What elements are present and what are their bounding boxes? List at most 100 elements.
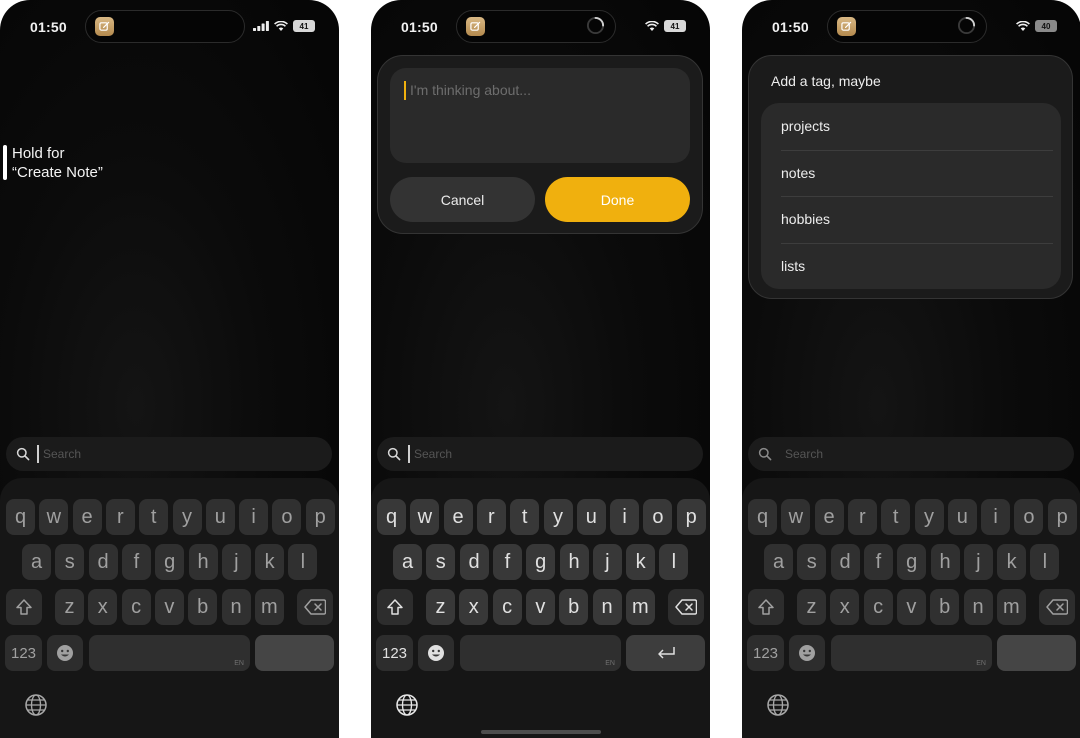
key-v[interactable]: v: [896, 589, 926, 625]
key-c[interactable]: c: [492, 589, 522, 625]
key-z[interactable]: z: [55, 589, 84, 625]
key-o[interactable]: o: [1014, 499, 1044, 535]
key-h[interactable]: h: [930, 544, 960, 580]
tag-option-lists[interactable]: lists: [761, 242, 1061, 290]
key-h[interactable]: h: [188, 544, 218, 580]
dynamic-island[interactable]: [456, 10, 616, 43]
key-k[interactable]: k: [255, 544, 285, 580]
search-bar[interactable]: Search: [6, 437, 332, 471]
key-i[interactable]: i: [981, 499, 1011, 535]
key-t[interactable]: t: [881, 499, 911, 535]
key-s[interactable]: s: [797, 544, 827, 580]
space-key[interactable]: EN: [460, 635, 621, 671]
tag-option-projects[interactable]: projects: [761, 103, 1061, 150]
key-l[interactable]: l: [659, 544, 689, 580]
key-z[interactable]: z: [797, 589, 826, 625]
key-p[interactable]: p: [305, 499, 335, 535]
key-w[interactable]: w: [781, 499, 811, 535]
key-x[interactable]: x: [459, 589, 489, 625]
key-s[interactable]: s: [426, 544, 456, 580]
space-key[interactable]: EN: [89, 635, 250, 671]
key-m[interactable]: m: [254, 589, 284, 625]
key-a[interactable]: a: [393, 544, 422, 580]
key-b[interactable]: b: [559, 589, 589, 625]
key-n[interactable]: n: [221, 589, 251, 625]
key-j[interactable]: j: [963, 544, 993, 580]
key-p[interactable]: p: [1047, 499, 1077, 535]
key-a[interactable]: a: [22, 544, 51, 580]
key-z[interactable]: z: [426, 589, 455, 625]
key-a[interactable]: a: [764, 544, 793, 580]
key-c[interactable]: c: [863, 589, 893, 625]
key-v[interactable]: v: [154, 589, 184, 625]
tag-option-hobbies[interactable]: hobbies: [761, 196, 1061, 243]
dynamic-island[interactable]: [827, 10, 987, 43]
key-r[interactable]: r: [476, 499, 506, 535]
key-y[interactable]: y: [914, 499, 944, 535]
return-key[interactable]: [997, 635, 1076, 671]
globe-icon[interactable]: [395, 693, 419, 722]
key-n[interactable]: n: [963, 589, 993, 625]
done-button[interactable]: Done: [545, 177, 690, 222]
key-k[interactable]: k: [997, 544, 1027, 580]
key-u[interactable]: u: [947, 499, 977, 535]
cancel-button[interactable]: Cancel: [390, 177, 535, 222]
emoji-key[interactable]: [418, 635, 454, 671]
key-n[interactable]: n: [592, 589, 622, 625]
key-x[interactable]: x: [830, 589, 860, 625]
key-f[interactable]: f: [121, 544, 151, 580]
shift-key[interactable]: [6, 589, 42, 625]
key-u[interactable]: u: [205, 499, 235, 535]
key-c[interactable]: c: [121, 589, 151, 625]
numbers-key[interactable]: 123: [5, 635, 42, 671]
key-u[interactable]: u: [576, 499, 606, 535]
tag-option-notes[interactable]: notes: [761, 149, 1061, 197]
key-g[interactable]: g: [526, 544, 556, 580]
shift-key[interactable]: [748, 589, 784, 625]
key-i[interactable]: i: [239, 499, 269, 535]
key-w[interactable]: w: [39, 499, 69, 535]
key-d[interactable]: d: [830, 544, 860, 580]
key-x[interactable]: x: [88, 589, 118, 625]
search-bar[interactable]: Search: [748, 437, 1074, 471]
key-q[interactable]: q: [748, 499, 777, 535]
globe-icon[interactable]: [24, 693, 48, 722]
return-key[interactable]: [255, 635, 334, 671]
key-d[interactable]: d: [88, 544, 118, 580]
space-key[interactable]: EN: [831, 635, 992, 671]
emoji-key[interactable]: [47, 635, 83, 671]
key-e[interactable]: e: [72, 499, 102, 535]
key-e[interactable]: e: [814, 499, 844, 535]
key-g[interactable]: g: [155, 544, 185, 580]
key-e[interactable]: e: [443, 499, 473, 535]
key-b[interactable]: b: [188, 589, 218, 625]
key-l[interactable]: l: [1030, 544, 1060, 580]
key-k[interactable]: k: [626, 544, 656, 580]
key-f[interactable]: f: [863, 544, 893, 580]
key-h[interactable]: h: [559, 544, 589, 580]
dynamic-island[interactable]: [85, 10, 245, 43]
key-p[interactable]: p: [676, 499, 706, 535]
home-indicator[interactable]: [481, 730, 601, 734]
key-o[interactable]: o: [272, 499, 302, 535]
key-y[interactable]: y: [543, 499, 573, 535]
key-v[interactable]: v: [525, 589, 555, 625]
key-j[interactable]: j: [592, 544, 622, 580]
key-m[interactable]: m: [625, 589, 655, 625]
delete-key[interactable]: [1039, 589, 1075, 625]
note-text-input[interactable]: I'm thinking about...: [390, 68, 690, 163]
key-i[interactable]: i: [610, 499, 640, 535]
return-key[interactable]: [626, 635, 705, 671]
key-g[interactable]: g: [897, 544, 927, 580]
key-r[interactable]: r: [105, 499, 135, 535]
numbers-key[interactable]: 123: [747, 635, 784, 671]
shift-key[interactable]: [377, 589, 413, 625]
search-bar[interactable]: Search: [377, 437, 703, 471]
key-m[interactable]: m: [996, 589, 1026, 625]
delete-key[interactable]: [668, 589, 704, 625]
delete-key[interactable]: [297, 589, 333, 625]
numbers-key[interactable]: 123: [376, 635, 413, 671]
key-b[interactable]: b: [930, 589, 960, 625]
key-d[interactable]: d: [459, 544, 489, 580]
key-q[interactable]: q: [6, 499, 35, 535]
